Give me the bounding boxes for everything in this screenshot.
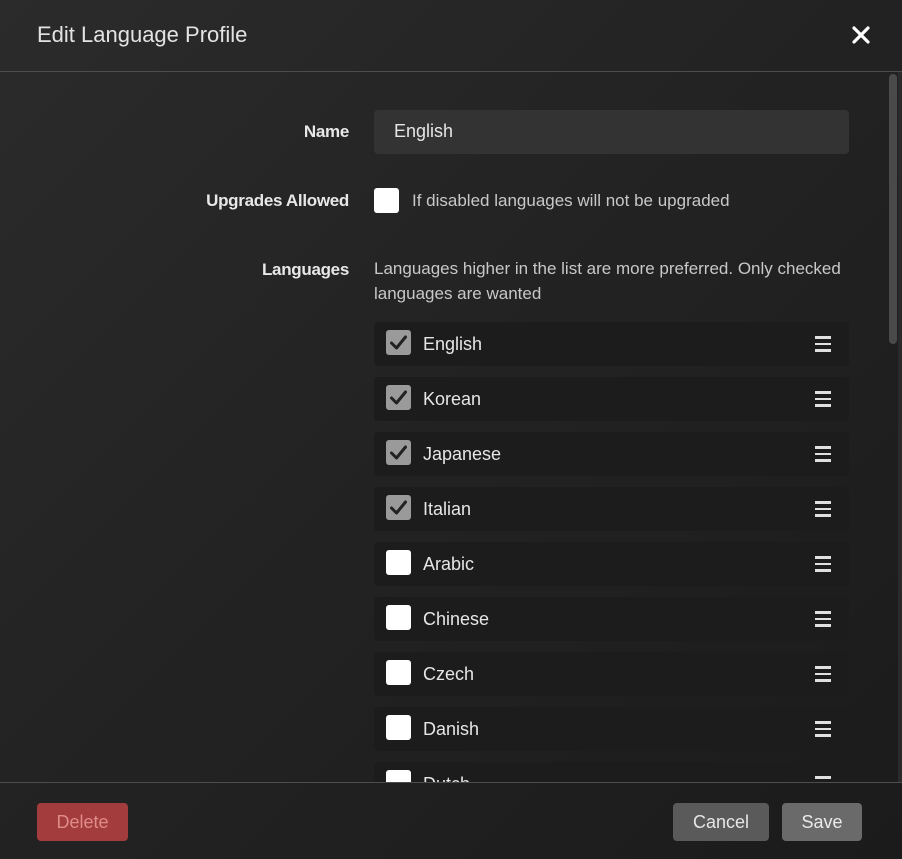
language-list: English Korean Japanese Italian Arabic Chines… [374,322,849,782]
checkmark-icon [390,390,407,405]
language-item[interactable]: English [374,322,849,366]
upgrades-allowed-help-text: If disabled languages will not be upgrad… [412,191,730,210]
language-label: Japanese [423,444,502,464]
scrollbar[interactable] [886,72,898,782]
drag-handle-icon[interactable] [815,556,833,572]
language-item[interactable]: Danish [374,707,849,751]
languages-help-text: Languages higher in the list are more pr… [374,259,841,303]
language-checkbox[interactable] [386,385,411,410]
language-item[interactable]: Dutch [374,762,849,782]
checkmark-icon [390,445,407,460]
delete-button[interactable]: Delete [37,803,128,841]
language-checkbox[interactable] [386,605,411,630]
drag-handle-icon[interactable] [815,446,833,462]
language-label: Chinese [423,609,490,629]
cancel-button[interactable]: Cancel [673,803,769,841]
language-label: Korean [423,389,482,409]
language-checkbox[interactable] [386,495,411,520]
language-item[interactable]: Czech [374,652,849,696]
language-checkbox[interactable] [386,660,411,685]
upgrades-allowed-label: Upgrades Allowed [206,191,349,210]
dialog-header: Edit Language Profile [0,0,902,72]
drag-handle-icon[interactable] [815,666,833,682]
drag-handle-icon[interactable] [815,721,833,737]
name-input[interactable]: English [374,110,849,154]
language-item[interactable]: Japanese [374,432,849,476]
dialog-body: Name English Upgrades Allowed If disable… [0,72,902,782]
language-item[interactable]: Italian [374,487,849,531]
language-checkbox[interactable] [386,330,411,355]
language-checkbox[interactable] [386,550,411,575]
language-item[interactable]: Arabic [374,542,849,586]
language-item[interactable]: Chinese [374,597,849,641]
name-label: Name [303,122,349,141]
language-label: Italian [423,499,472,519]
language-label: English [423,334,483,354]
language-checkbox[interactable] [386,770,411,782]
checkmark-icon [390,335,407,350]
language-item[interactable]: Korean [374,377,849,421]
language-checkbox[interactable] [386,715,411,740]
dialog-footer: Delete Cancel Save [0,782,902,859]
save-button[interactable]: Save [782,803,862,841]
drag-handle-icon[interactable] [815,336,833,352]
language-label: Czech [423,664,475,684]
scrollbar-thumb[interactable] [889,74,897,344]
language-label: Dutch [423,774,470,782]
language-label: Danish [423,719,480,739]
dialog-title: Edit Language Profile [37,22,248,47]
upgrades-allowed-checkbox[interactable] [374,188,399,213]
languages-label: Languages [261,260,349,279]
language-label: Arabic [423,554,475,574]
drag-handle-icon[interactable] [815,611,833,627]
language-checkbox[interactable] [386,440,411,465]
checkmark-icon [390,500,407,515]
close-icon[interactable] [849,23,873,47]
dialog-edge [898,72,902,782]
drag-handle-icon[interactable] [815,391,833,407]
edit-language-profile-dialog: Edit Language Profile Name English Upgra… [0,0,902,859]
drag-handle-icon[interactable] [815,501,833,517]
